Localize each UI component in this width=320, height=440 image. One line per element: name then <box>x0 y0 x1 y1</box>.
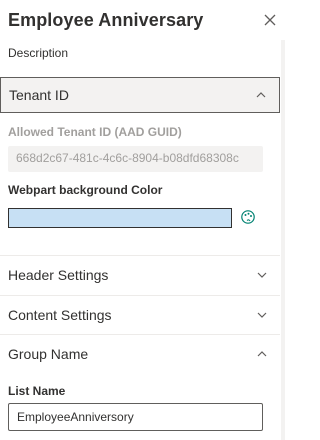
scrollbar[interactable] <box>281 40 285 440</box>
divider <box>0 334 280 335</box>
list-name-input[interactable] <box>8 403 263 431</box>
section-group-name-label: Group Name <box>8 346 89 362</box>
color-palette-icon[interactable] <box>240 209 256 225</box>
bg-color-label: Webpart background Color <box>8 183 163 197</box>
chevron-up-icon <box>256 92 266 98</box>
pane-header: Employee Anniversary <box>8 10 278 36</box>
property-pane: Employee Anniversary Description Tenant … <box>0 0 285 440</box>
pane-description: Description <box>8 46 69 60</box>
pane-title: Employee Anniversary <box>8 10 204 30</box>
divider <box>0 255 280 256</box>
chevron-down-icon <box>257 272 267 278</box>
bg-color-swatch[interactable] <box>8 208 232 228</box>
close-icon[interactable] <box>262 12 278 28</box>
section-content-settings[interactable]: Content Settings <box>0 297 280 333</box>
section-header-settings-label: Header Settings <box>8 267 109 283</box>
section-tenant-id[interactable]: Tenant ID <box>0 77 280 113</box>
section-tenant-id-label: Tenant ID <box>9 87 69 103</box>
section-content-settings-label: Content Settings <box>8 307 112 323</box>
chevron-down-icon <box>257 312 267 318</box>
chevron-up-icon <box>257 351 267 357</box>
list-name-label: List Name <box>8 384 66 398</box>
allowed-tenant-label: Allowed Tenant ID (AAD GUID) <box>8 125 182 139</box>
section-group-name[interactable]: Group Name <box>0 336 280 372</box>
section-header-settings[interactable]: Header Settings <box>0 257 280 293</box>
allowed-tenant-input: 668d2c67-481c-4c6c-8904-b08dfd68308c <box>8 146 263 172</box>
divider <box>0 295 280 296</box>
